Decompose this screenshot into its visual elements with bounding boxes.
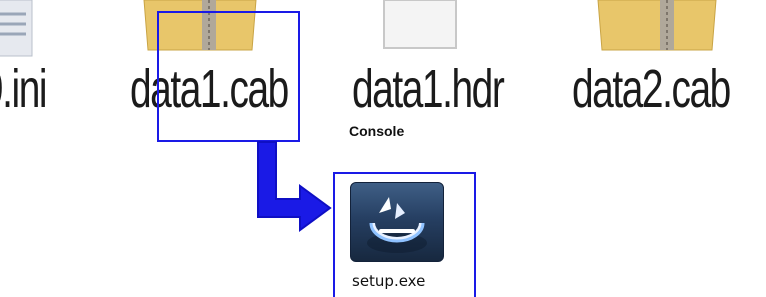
file-name-setup-exe: setup.exe — [352, 272, 426, 290]
console-label: Console — [343, 121, 411, 141]
installer-icon — [350, 182, 444, 262]
